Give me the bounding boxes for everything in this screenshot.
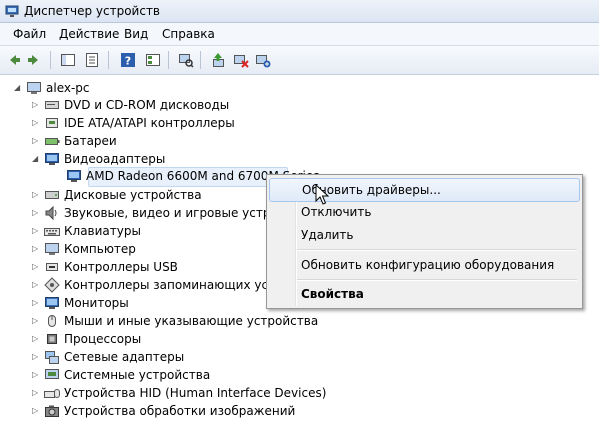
expand-arrow-icon[interactable]: ▷ bbox=[32, 294, 40, 312]
menu-uninstall[interactable]: Удалить bbox=[269, 224, 578, 246]
tree-item-label: Устройства HID (Human Interface Devices) bbox=[64, 386, 327, 400]
tree-item-label: Клавиатуры bbox=[64, 224, 141, 238]
expand-arrow-icon[interactable]: ▷ bbox=[32, 402, 40, 420]
menu-file[interactable]: Файл bbox=[13, 27, 46, 41]
expand-arrow-icon[interactable]: ▷ bbox=[32, 366, 40, 384]
expand-arrow-icon[interactable]: ▷ bbox=[32, 258, 40, 276]
expand-arrow-icon[interactable]: ▷ bbox=[32, 132, 40, 150]
menu-separator bbox=[297, 249, 577, 251]
battery-icon bbox=[45, 138, 60, 145]
tree-item-label: Устройства обработки изображений bbox=[64, 404, 296, 418]
dvd-drive-icon bbox=[45, 101, 59, 109]
show-hide-console-tree-icon[interactable] bbox=[60, 52, 76, 68]
toolbar: ? bbox=[0, 46, 599, 75]
context-menu: Обновить драйверы... Отключить Удалить О… bbox=[266, 174, 583, 309]
forward-arrow-icon[interactable] bbox=[26, 52, 42, 68]
menu-view[interactable]: Вид bbox=[124, 27, 148, 41]
view-options-icon[interactable] bbox=[145, 52, 161, 68]
expand-arrow-icon[interactable]: ▷ bbox=[32, 204, 40, 222]
tree-item-label: Видеоадаптеры bbox=[64, 152, 166, 166]
disable-device-icon[interactable] bbox=[233, 52, 249, 68]
menu-help[interactable]: Справка bbox=[162, 27, 215, 41]
uninstall-device-icon[interactable] bbox=[255, 52, 271, 68]
expand-arrow-icon[interactable]: ▷ bbox=[32, 384, 40, 402]
tree-root-label: alex-pc bbox=[46, 81, 90, 95]
back-arrow-icon[interactable] bbox=[6, 52, 22, 68]
system-devices-icon bbox=[45, 369, 59, 379]
tree-item-label: Системные устройства bbox=[64, 368, 211, 382]
expand-arrow-icon[interactable]: ▷ bbox=[32, 222, 40, 240]
expand-arrow-icon[interactable]: ▷ bbox=[32, 114, 40, 132]
monitor-icon bbox=[45, 297, 59, 309]
storage-controller-icon bbox=[44, 277, 60, 293]
tree-item-label: Дисковые устройства bbox=[64, 188, 202, 202]
expand-arrow-icon[interactable]: ▷ bbox=[32, 240, 40, 258]
expand-arrow-icon[interactable]: ▷ bbox=[32, 96, 40, 114]
usb-icon bbox=[46, 263, 58, 271]
computer-icon bbox=[45, 243, 59, 255]
tree-item-label: Мониторы bbox=[64, 296, 129, 310]
tree-item-label: DVD и CD-ROM дисководы bbox=[64, 98, 230, 112]
tree-item-label: Сетевые адаптеры bbox=[64, 350, 185, 364]
tree-item-label: Компьютер bbox=[64, 242, 136, 256]
tree-item-label: Батареи bbox=[64, 134, 117, 148]
tree-item-label: Процессоры bbox=[64, 332, 142, 346]
toolbar-separator bbox=[50, 51, 51, 69]
device-manager-icon bbox=[5, 5, 19, 17]
toolbar-separator bbox=[200, 51, 201, 69]
properties-sheet-icon[interactable] bbox=[84, 52, 100, 68]
menu-properties-label: Свойства bbox=[301, 287, 364, 301]
imaging-device-icon bbox=[45, 405, 59, 417]
expand-arrow-icon[interactable]: ▷ bbox=[32, 186, 40, 204]
expand-arrow-icon[interactable]: ▷ bbox=[32, 312, 40, 330]
expand-arrow-icon[interactable]: ▷ bbox=[32, 348, 40, 366]
menu-action[interactable]: Действие bbox=[59, 27, 119, 41]
menu-uninstall-label: Удалить bbox=[301, 228, 354, 242]
scan-hardware-icon[interactable] bbox=[178, 52, 194, 68]
menu-scan-hardware[interactable]: Обновить конфигурацию оборудования bbox=[269, 254, 578, 276]
menu-bar: Файл Действие Вид Справка bbox=[0, 23, 599, 46]
display-adapter-icon bbox=[45, 153, 59, 165]
processor-icon bbox=[47, 334, 57, 344]
tree-item-label: IDE ATA/ATAPI контроллеры bbox=[64, 116, 235, 130]
computer-icon bbox=[27, 82, 41, 94]
disk-drive-icon bbox=[45, 191, 59, 199]
menu-disable-label: Отключить bbox=[301, 205, 372, 219]
help-icon[interactable]: ? bbox=[120, 52, 136, 68]
mouse-icon bbox=[48, 315, 56, 327]
network-adapter-icon bbox=[45, 351, 59, 364]
display-adapter-icon bbox=[67, 170, 81, 182]
speaker-icon bbox=[45, 205, 57, 221]
tree-item-label: Мыши и иные указывающие устройства bbox=[64, 314, 319, 328]
toolbar-separator bbox=[108, 51, 109, 69]
svg-text:?: ? bbox=[125, 55, 131, 68]
menu-scan-hardware-label: Обновить конфигурацию оборудования bbox=[301, 258, 555, 272]
expand-arrow-icon[interactable]: ▷ bbox=[32, 276, 40, 294]
ide-controller-icon bbox=[46, 118, 58, 128]
collapse-arrow-icon[interactable]: ◢ bbox=[32, 150, 40, 168]
menu-separator bbox=[297, 279, 577, 281]
collapse-arrow-icon[interactable]: ◢ bbox=[14, 79, 22, 97]
toolbar-separator bbox=[168, 51, 169, 69]
keyboard-icon bbox=[44, 228, 60, 236]
expand-arrow-icon[interactable]: ▷ bbox=[32, 330, 40, 348]
mouse-cursor-icon bbox=[315, 184, 329, 205]
title-bar: Диспетчер устройств bbox=[0, 0, 599, 23]
tree-item-label: Контроллеры USB bbox=[64, 260, 178, 274]
update-driver-icon[interactable] bbox=[210, 52, 226, 68]
window-title: Диспетчер устройств bbox=[24, 4, 161, 18]
menu-properties[interactable]: Свойства bbox=[269, 283, 578, 305]
hid-icon bbox=[44, 389, 60, 398]
